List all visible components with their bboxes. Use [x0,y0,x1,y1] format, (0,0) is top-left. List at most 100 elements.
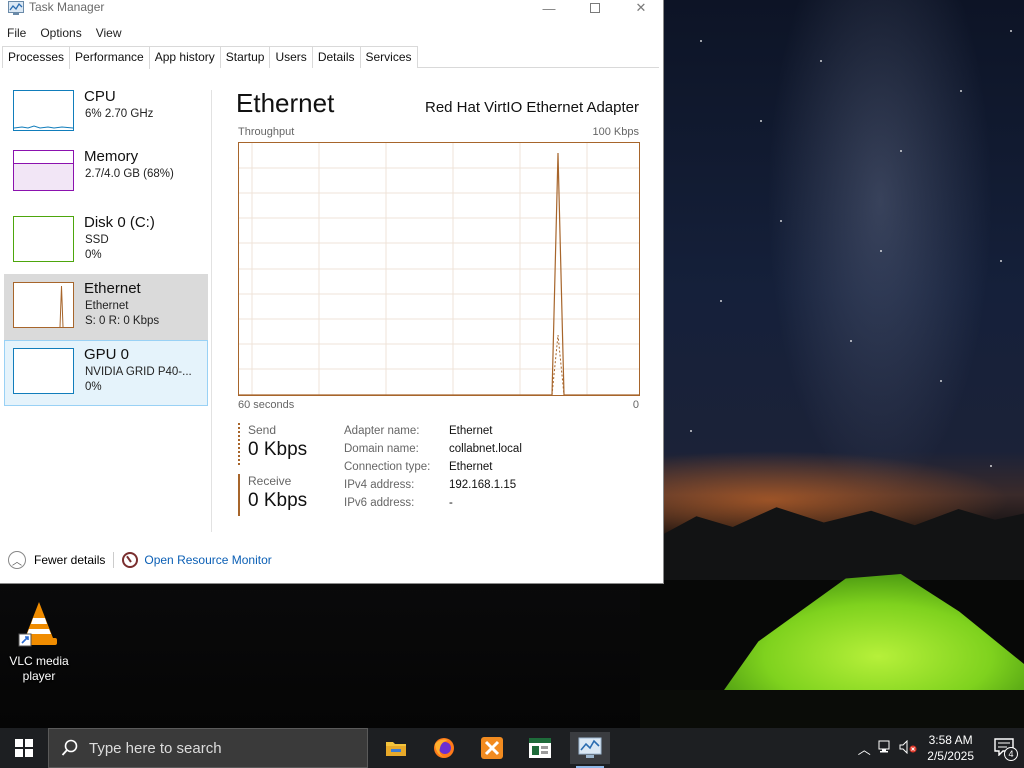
adapter-properties: Adapter name: Ethernet Domain name: collab… [344,422,522,512]
cpu-mini-graph [13,90,74,131]
graph-max-label: 100 Kbps [592,126,639,138]
property-key: Connection type: [344,461,431,473]
tab-details[interactable]: Details [311,46,361,68]
close-button[interactable]: ✕ [618,0,664,16]
sidebar-item-memory[interactable]: Memory 2.7/4.0 GB (68%) [4,142,208,208]
send-label: Send [248,423,277,437]
sidebar-item-detail: 2.7/4.0 GB (68%) [85,168,174,180]
property-key: Adapter name: [344,425,420,437]
clock-date: 2/5/2025 [927,749,974,763]
sidebar-item-detail: SSD [85,234,109,246]
taskbar: Type here to search ︿ 3:58 AM 2/5/2025 4 [0,728,1024,768]
taskbar-firefox[interactable] [424,732,464,764]
resource-monitor-icon [122,552,139,568]
sidebar-item-label: Ethernet [84,280,141,297]
resource-sidebar: CPU 6% 2.70 GHz Memory 2.7/4.0 GB (68%) … [4,82,208,406]
property-value: 192.168.1.15 [449,479,517,491]
tab-app-history[interactable]: App history [148,46,221,68]
search-placeholder: Type here to search [89,739,222,757]
tab-startup[interactable]: Startup [219,46,271,68]
wallpaper-grass [640,690,1024,728]
property-row: IPv6 address: - [344,494,522,512]
minimize-icon: — [542,0,556,16]
open-resource-monitor-link[interactable]: Open Resource Monitor [144,553,271,567]
receive-value: 0 Kbps [248,490,308,511]
send-value: 0 Kbps [248,439,308,460]
sidebar-item-cpu[interactable]: CPU 6% 2.70 GHz [4,82,208,148]
taskbar-xampp[interactable] [472,732,512,764]
volume-muted-icon[interactable] [897,739,919,757]
chevron-up-icon[interactable]: ︿ [8,551,26,569]
receive-stat: Receive 0 Kbps [238,474,307,516]
property-row: Connection type: Ethernet [344,458,522,476]
property-key: Domain name: [344,443,419,455]
sidebar-item-detail: Ethernet [85,300,129,312]
memory-mini-graph [13,150,74,191]
property-key: IPv6 address: [344,497,415,509]
vlc-cone-icon [17,600,61,648]
menu-file[interactable]: File [0,24,33,42]
file-explorer-icon [386,742,406,756]
maximize-button[interactable] [572,0,618,16]
footer-separator [113,552,115,568]
sidebar-item-detail: NVIDIA GRID P40-... [85,366,192,378]
desktop-icon-vlc[interactable]: VLC media player [4,600,74,684]
sidebar-item-label: Memory [84,148,139,165]
taskbar-file-explorer[interactable] [376,732,416,764]
taskbar-spreadsheet-app[interactable] [520,732,560,764]
task-manager-icon [578,737,602,758]
system-tray: ︿ 3:58 AM 2/5/2025 4 [853,728,1024,768]
property-value: - [449,497,453,509]
maximize-icon [590,3,600,13]
windows-logo-icon [15,739,33,757]
sidebar-item-detail-2: S: 0 R: 0 Kbps [85,315,160,327]
receive-series-line [239,152,639,396]
action-center-button[interactable]: 4 [984,737,1024,761]
footer-bar: ︿ Fewer details Open Resource Monitor [8,550,272,570]
menu-view[interactable]: View [89,24,129,42]
menu-options[interactable]: Options [33,24,88,42]
sidebar-item-gpu[interactable]: GPU 0 NVIDIA GRID P40-... 0% [4,340,208,406]
tab-users[interactable]: Users [269,46,313,68]
sidebar-item-ethernet[interactable]: Ethernet Ethernet S: 0 R: 0 Kbps [4,274,208,340]
taskbar-search-box[interactable]: Type here to search [48,728,368,768]
graph-label: Throughput [238,126,295,138]
tab-strip: Processes Performance App history Startu… [2,46,659,69]
sidebar-item-detail: 6% 2.70 GHz [85,108,154,120]
fewer-details-link[interactable]: Fewer details [34,553,105,567]
sidebar-item-label: Disk 0 (C:) [84,214,155,231]
taskbar-clock[interactable]: 3:58 AM 2/5/2025 [927,732,974,764]
menu-bar: File Options View [0,24,129,42]
tab-processes[interactable]: Processes [2,46,71,68]
ethernet-mini-graph [13,282,74,328]
adapter-name: Red Hat VirtIO Ethernet Adapter [424,99,639,116]
start-button[interactable] [0,728,48,768]
tab-services[interactable]: Services [359,46,418,68]
desktop-icon-label: VLC media player [9,654,69,683]
search-icon [61,739,78,756]
property-value: Ethernet [449,461,493,473]
chevron-up-icon[interactable]: ︿ [853,739,875,758]
tab-performance[interactable]: Performance [69,46,150,69]
spreadsheet-app-icon [529,738,551,758]
sidebar-item-disk[interactable]: Disk 0 (C:) SSD 0% [4,208,208,274]
xampp-icon [481,737,503,759]
firefox-icon [434,738,454,758]
task-manager-app-icon [8,1,24,15]
minimize-button[interactable]: — [526,0,572,16]
receive-label: Receive [248,474,292,488]
panel-divider [211,90,212,532]
taskbar-task-manager[interactable] [570,732,610,768]
notification-count-badge: 4 [1004,746,1018,761]
throughput-graph-svg [239,143,639,396]
title-bar[interactable]: Task Manager — ✕ [0,0,663,16]
property-value: Ethernet [449,425,493,437]
sidebar-item-detail-2: 0% [85,381,102,393]
property-row: Adapter name: Ethernet [344,422,522,440]
wallpaper-mountains [660,507,1024,590]
network-icon[interactable] [875,740,897,757]
throughput-graph [238,142,640,396]
sidebar-item-detail-2: 0% [85,249,102,261]
graph-min-label: 0 [632,399,639,411]
disk-mini-graph [13,216,74,262]
